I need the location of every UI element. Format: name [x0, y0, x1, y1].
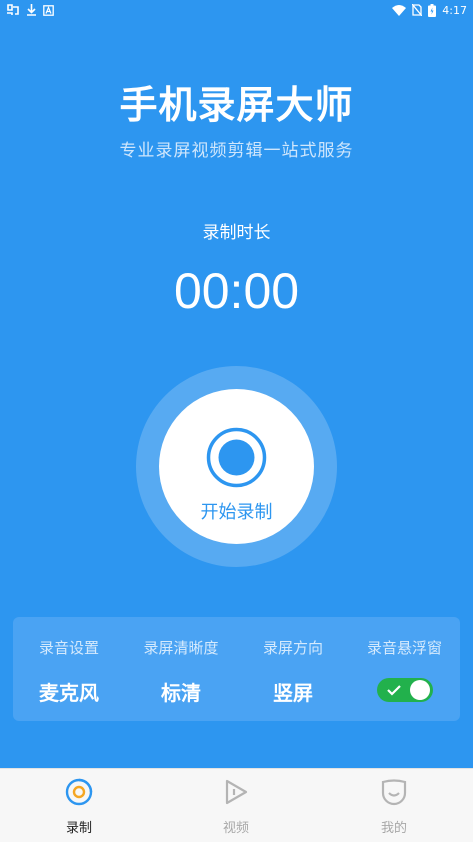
app-title: 手机录屏大师	[119, 83, 354, 127]
floating-window-toggle[interactable]	[376, 678, 433, 702]
tab-record[interactable]: 录制	[24, 769, 134, 842]
duration-label: 录制时长	[202, 223, 271, 243]
setting-audio-value: 麦克风	[39, 681, 99, 705]
status-left-icons	[6, 4, 54, 16]
record-icon	[206, 427, 267, 488]
setting-audio-title: 录音设置	[38, 639, 99, 657]
start-record-label: 开始录制	[200, 502, 273, 523]
tab-profile[interactable]: 我的	[339, 769, 449, 842]
tab-record-label: 录制	[65, 821, 92, 836]
app-notification-icon	[7, 4, 19, 15]
settings-panel: 录音设置 麦克风 录屏清晰度 标清 录屏方向 竖屏 录音悬浮窗	[13, 617, 460, 721]
tab-video[interactable]: 视频	[181, 769, 291, 842]
tab-profile-label: 我的	[380, 821, 407, 836]
status-right-icons: 4:17	[392, 3, 467, 17]
recording-timer: 00:00	[173, 263, 300, 319]
setting-orientation-value: 竖屏	[273, 681, 313, 705]
download-icon	[27, 4, 36, 16]
setting-quality[interactable]: 录屏清晰度 标清	[125, 617, 237, 721]
setting-floating-window-title: 录音悬浮窗	[366, 639, 442, 657]
wifi-icon	[392, 4, 407, 16]
setting-orientation[interactable]: 录屏方向 竖屏	[237, 617, 349, 721]
battery-icon	[428, 3, 437, 17]
start-record-button[interactable]: 开始录制	[159, 389, 314, 544]
setting-orientation-title: 录屏方向	[262, 639, 323, 657]
setting-quality-title: 录屏清晰度	[143, 639, 219, 657]
no-sim-icon	[412, 4, 423, 16]
setting-audio[interactable]: 录音设置 麦克风	[13, 617, 125, 721]
toggle-knob	[409, 680, 430, 700]
video-tab-icon	[225, 779, 248, 805]
bottom-nav: 录制 视频 我的	[0, 768, 473, 842]
status-time: 4:17	[442, 3, 467, 17]
check-icon	[386, 685, 401, 696]
tab-video-label: 视频	[222, 821, 249, 836]
setting-quality-value: 标清	[161, 681, 201, 705]
profile-tab-icon	[381, 779, 407, 806]
a-notification-icon	[43, 4, 54, 16]
status-bar: 4:17	[0, 0, 473, 20]
record-tab-icon	[65, 778, 93, 806]
setting-floating-window: 录音悬浮窗	[349, 617, 460, 721]
app-subtitle: 专业录屏视频剪辑一站式服务	[119, 141, 354, 161]
